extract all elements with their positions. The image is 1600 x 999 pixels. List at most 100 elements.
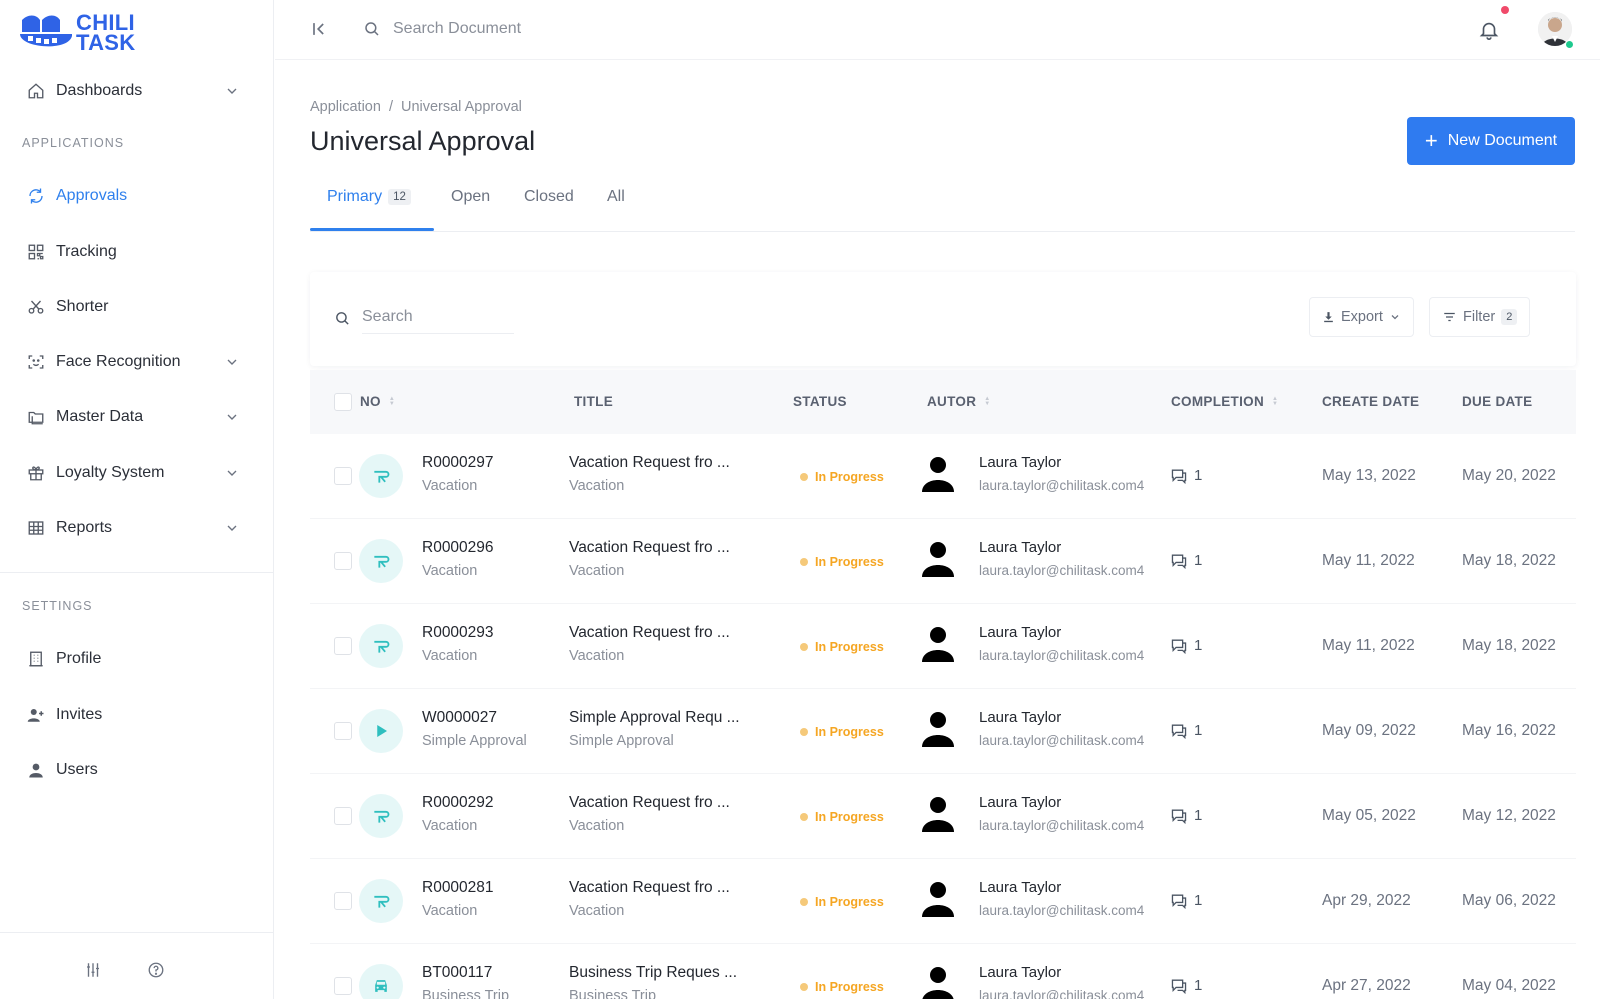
- column-header-autor[interactable]: AUTOR ▲ ▼: [927, 394, 991, 409]
- bell-icon[interactable]: [1478, 19, 1500, 41]
- document-title[interactable]: Vacation Request fro ...: [569, 794, 730, 812]
- author-name: Laura Taylor: [979, 624, 1062, 641]
- document-number[interactable]: R0000297: [422, 454, 494, 472]
- document-title[interactable]: Simple Approval Requ ...: [569, 709, 740, 727]
- settings-section-label: SETTINGS: [22, 599, 93, 613]
- brand-logo[interactable]: CHILI TASK: [18, 12, 135, 54]
- export-button[interactable]: Export: [1309, 297, 1414, 337]
- author-email[interactable]: laura.taylor@chilitask.com4: [979, 733, 1144, 748]
- author-email[interactable]: laura.taylor@chilitask.com4: [979, 818, 1144, 833]
- completion-count[interactable]: 1: [1170, 807, 1202, 824]
- author-name: Laura Taylor: [979, 794, 1062, 811]
- collapse-sidebar-icon[interactable]: [309, 19, 329, 39]
- column-header-create-date: CREATE DATE: [1322, 394, 1419, 409]
- row-checkbox[interactable]: [334, 892, 352, 910]
- sidebar-divider: [0, 572, 273, 573]
- table-row[interactable]: R0000292 Vacation Vacation Request fro ...…: [310, 774, 1576, 859]
- document-title[interactable]: Business Trip Reques ...: [569, 964, 737, 982]
- sidebar-item-invites[interactable]: Invites: [26, 703, 246, 727]
- column-header-no[interactable]: NO ▲ ▼: [360, 394, 395, 409]
- author-email[interactable]: laura.taylor@chilitask.com4: [979, 648, 1144, 663]
- sort-icon[interactable]: ▲ ▼: [389, 396, 395, 407]
- document-number[interactable]: BT000117: [422, 964, 492, 982]
- tab-primary[interactable]: Primary 12: [327, 188, 411, 206]
- author-email[interactable]: laura.taylor@chilitask.com4: [979, 988, 1144, 999]
- column-label: STATUS: [793, 394, 847, 409]
- status-text: In Progress: [815, 980, 884, 994]
- sidebar-item-profile[interactable]: Profile: [26, 647, 246, 671]
- notification-dot: [1501, 6, 1509, 14]
- document-number[interactable]: R0000281: [422, 879, 494, 897]
- completion-count[interactable]: 1: [1170, 722, 1202, 739]
- document-title[interactable]: Vacation Request fro ...: [569, 539, 730, 557]
- new-document-button[interactable]: + New Document: [1407, 117, 1575, 165]
- status-badge: In Progress: [800, 725, 884, 739]
- row-checkbox[interactable]: [334, 637, 352, 655]
- sidebar-footer: [0, 932, 273, 999]
- document-title[interactable]: Vacation Request fro ...: [569, 624, 730, 642]
- status-badge: In Progress: [800, 810, 884, 824]
- help-icon[interactable]: [147, 961, 165, 979]
- document-number[interactable]: R0000296: [422, 539, 494, 557]
- completion-count[interactable]: 1: [1170, 467, 1202, 484]
- completion-count[interactable]: 1: [1170, 637, 1202, 654]
- document-number[interactable]: W0000027: [422, 709, 497, 727]
- table-row[interactable]: R0000281 Vacation Vacation Request fro ...…: [310, 859, 1576, 944]
- tab-open[interactable]: Open: [451, 188, 490, 206]
- completion-count[interactable]: 1: [1170, 977, 1202, 994]
- row-checkbox[interactable]: [334, 722, 352, 740]
- sidebar-item-master-data[interactable]: Master Data: [26, 405, 246, 429]
- sidebar-item-reports[interactable]: Reports: [26, 516, 246, 540]
- document-type: Simple Approval: [422, 733, 527, 749]
- sort-icon[interactable]: ▲ ▼: [984, 396, 990, 407]
- filter-button[interactable]: Filter 2: [1429, 297, 1531, 337]
- table-row[interactable]: R0000296 Vacation Vacation Request fro ...…: [310, 519, 1576, 604]
- author-email[interactable]: laura.taylor@chilitask.com4: [979, 903, 1144, 918]
- sidebar-item-dashboards[interactable]: Dashboards: [26, 79, 246, 103]
- status-badge: In Progress: [800, 640, 884, 654]
- row-checkbox[interactable]: [334, 467, 352, 485]
- table-row[interactable]: W0000027 Simple Approval Simple Approval R…: [310, 689, 1576, 774]
- document-title[interactable]: Vacation Request fro ...: [569, 879, 730, 897]
- sidebar-item-face-recognition[interactable]: Face Recognition: [26, 350, 246, 374]
- tab-label: Open: [451, 188, 491, 205]
- document-subtitle: Vacation: [569, 903, 625, 919]
- scissors-icon: [26, 297, 46, 317]
- sidebar-item-tracking[interactable]: Tracking: [26, 240, 246, 264]
- breadcrumb-application[interactable]: Application: [310, 99, 381, 115]
- column-header-completion[interactable]: COMPLETION ▲ ▼: [1171, 394, 1278, 409]
- sidebar-item-loyalty-system[interactable]: Loyalty System: [26, 461, 246, 485]
- table-row[interactable]: R0000293 Vacation Vacation Request fro ...…: [310, 604, 1576, 689]
- document-search-input[interactable]: [393, 14, 693, 44]
- sidebar-item-users[interactable]: Users: [26, 758, 246, 782]
- building-icon: [26, 649, 46, 669]
- column-header-title: TITLE: [574, 394, 613, 409]
- sidebar-item-label: Users: [56, 761, 98, 778]
- table-search-input[interactable]: [362, 300, 514, 334]
- select-all-checkbox[interactable]: [334, 393, 352, 411]
- tab-closed[interactable]: Closed: [524, 188, 574, 206]
- tab-all[interactable]: All: [607, 188, 625, 206]
- document-number[interactable]: R0000292: [422, 794, 494, 812]
- sidebar-item-shorter[interactable]: Shorter: [26, 295, 246, 319]
- completion-count[interactable]: 1: [1170, 892, 1202, 909]
- table-row[interactable]: BT000117 Business Trip Business Trip Reque…: [310, 944, 1576, 999]
- chevron-down-icon: [227, 359, 237, 365]
- sort-icon[interactable]: ▲ ▼: [1272, 396, 1278, 407]
- tab-label: Primary: [327, 188, 383, 205]
- sidebar-item-label: Face Recognition: [56, 353, 181, 370]
- row-checkbox[interactable]: [334, 977, 352, 995]
- author-email[interactable]: laura.taylor@chilitask.com4: [979, 563, 1144, 578]
- row-checkbox[interactable]: [334, 807, 352, 825]
- completion-count[interactable]: 1: [1170, 552, 1202, 569]
- sliders-icon[interactable]: [84, 961, 102, 979]
- row-checkbox[interactable]: [334, 552, 352, 570]
- status-text: In Progress: [815, 725, 884, 739]
- sidebar-item-approvals[interactable]: Approvals: [26, 184, 246, 208]
- table-row[interactable]: R0000297 Vacation Vacation Request fro ...…: [310, 434, 1576, 519]
- document-number[interactable]: R0000293: [422, 624, 494, 642]
- document-title[interactable]: Vacation Request fro ...: [569, 454, 730, 472]
- column-label: AUTOR: [927, 394, 977, 409]
- author-email[interactable]: laura.taylor@chilitask.com4: [979, 478, 1144, 493]
- document-subtitle: Simple Approval: [569, 733, 674, 749]
